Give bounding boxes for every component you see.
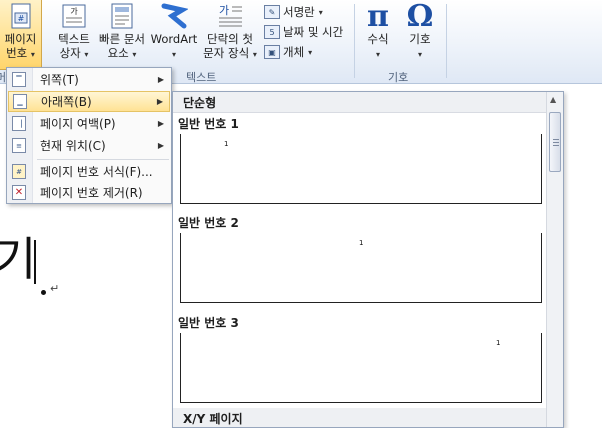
calendar-icon: 5 (264, 25, 280, 39)
svg-text:#: # (17, 14, 24, 23)
drop-cap-icon: 가 (215, 0, 245, 32)
menu-item-page-margins[interactable]: ▕ 페이지 여백(P) ▶ (8, 113, 170, 134)
object-icon: ▣ (264, 45, 280, 59)
object-label: 개체 (283, 45, 305, 59)
page-number-sample: 1 (224, 140, 229, 148)
chevron-down-icon: ▾ (132, 50, 137, 59)
current-position-icon: ≡ (12, 138, 26, 153)
gallery-item-plain-number-1[interactable]: 1 (180, 134, 542, 204)
chevron-right-icon: ▶ (157, 75, 164, 84)
menu-separator (37, 159, 169, 160)
page-number-sample: 1 (496, 339, 501, 347)
chevron-down-icon: ▾ (252, 50, 257, 59)
chevron-down-icon: ▾ (84, 50, 89, 59)
menu-item-label: 위쪽(T) (40, 73, 79, 87)
quick-parts-label-2: 요소 ▾ (107, 46, 137, 60)
grip-line (553, 145, 559, 146)
group-label-text: 텍스트 (186, 71, 217, 84)
equation-caret-row: ▾ (376, 46, 380, 62)
wordart-caret-row: ▾ (172, 46, 176, 62)
remove-page-number-icon: ✕ (12, 185, 26, 200)
chevron-right-icon: ▶ (157, 119, 164, 128)
menu-item-label: 페이지 번호 서식(F)... (40, 165, 153, 179)
chevron-right-icon: ▶ (156, 97, 163, 106)
quick-parts-button[interactable]: 빠른 문서 요소 ▾ (96, 0, 148, 62)
wordart-label: WordArt (150, 32, 198, 46)
gallery-category-simple: 단순형 (173, 92, 547, 113)
menu-item-bottom-of-page[interactable]: ▁ 아래쪽(B) ▶ (8, 91, 170, 112)
page-number-label-2: 번호 ▾ (6, 46, 35, 60)
group-separator (446, 4, 447, 78)
gallery-item-plain-number-3[interactable]: 1 (180, 333, 542, 403)
page-number-button[interactable]: # 페이지 번호 ▾ (0, 0, 42, 70)
date-time-label: 날짜 및 시간 (283, 25, 344, 39)
page-number-gallery: 단순형 일반 번호 1 1 일반 번호 2 1 일반 번호 3 1 X/Y 페이… (172, 91, 564, 428)
symbol-button[interactable]: Ω 기호 ▾ (402, 0, 438, 62)
wordart-button[interactable]: WordArt ▾ (150, 0, 198, 62)
menu-item-label: 현재 위치(C) (40, 139, 106, 153)
menu-item-top-of-page[interactable]: ▔ 위쪽(T) ▶ (8, 69, 170, 90)
menu-item-format-page-numbers[interactable]: # 페이지 번호 서식(F)... (8, 161, 170, 182)
gallery-item-label: 일반 번호 3 (178, 316, 239, 330)
page-top-icon: ▔ (12, 72, 26, 87)
chevron-right-icon: ▶ (157, 141, 164, 150)
gallery-scrollbar[interactable]: ▲ (546, 92, 563, 427)
drop-cap-button[interactable]: 가 단락의 첫 문자 장식 ▾ (200, 0, 260, 62)
text-box-button[interactable]: 가 텍스트 상자 ▾ (52, 0, 96, 62)
grip-line (553, 142, 559, 143)
document-text: 기 (0, 232, 37, 286)
symbol-caret-row: ▾ (418, 46, 422, 62)
quick-parts-icon (107, 0, 137, 32)
group-separator (354, 4, 355, 78)
scrollbar-thumb[interactable] (549, 112, 561, 172)
signature-label: 서명란 (283, 5, 315, 19)
pi-icon: π (367, 0, 389, 34)
chevron-down-icon: ▾ (308, 47, 313, 57)
chevron-down-icon: ▾ (30, 50, 35, 59)
quick-parts-label-1: 빠른 문서 (99, 32, 145, 46)
wordart-icon (159, 0, 189, 32)
gallery-item-label: 일반 번호 1 (178, 117, 239, 131)
date-time-button[interactable]: 5 날짜 및 시간 (264, 24, 343, 40)
text-box-icon: 가 (59, 0, 89, 32)
group-label-symbols: 기호 (388, 71, 409, 84)
signature-line-button[interactable]: ✎ 서명란 ▾ (264, 4, 323, 20)
chevron-down-icon: ▾ (171, 50, 176, 59)
page-bottom-icon: ▁ (13, 94, 27, 109)
text-box-label-1: 텍스트 (58, 32, 90, 46)
page-number-icon: # (6, 0, 36, 32)
page-margins-icon: ▕ (12, 116, 26, 131)
object-button[interactable]: ▣ 개체 ▾ (264, 44, 312, 60)
drop-cap-label-1: 단락의 첫 (207, 32, 253, 46)
page-number-menu: ▔ 위쪽(T) ▶ ▁ 아래쪽(B) ▶ ▕ 페이지 여백(P) ▶ ≡ 현재 … (6, 67, 172, 204)
gallery-item-plain-number-2[interactable]: 1 (180, 233, 542, 303)
paragraph-mark: ↵ (50, 282, 60, 295)
svg-text:가: 가 (219, 4, 229, 17)
bullet-dot (41, 290, 46, 295)
gallery-category-xy-page: X/Y 페이지 (173, 408, 547, 427)
drop-cap-label-2: 문자 장식 ▾ (203, 46, 257, 60)
format-page-number-icon: # (12, 164, 26, 179)
chevron-down-icon: ▾ (318, 7, 323, 17)
text-cursor (34, 240, 36, 284)
menu-item-label: 페이지 번호 제거(R) (40, 186, 143, 200)
page-number-sample: 1 (359, 239, 364, 247)
omega-icon: Ω (406, 0, 434, 34)
text-box-label-2: 상자 ▾ (59, 46, 89, 60)
equation-button[interactable]: π 수식 ▾ (360, 0, 396, 62)
chevron-down-icon: ▾ (417, 50, 422, 59)
symbol-label: 기호 (409, 32, 431, 46)
chevron-down-icon: ▾ (375, 50, 380, 59)
signature-icon: ✎ (264, 5, 280, 19)
menu-item-label: 페이지 여백(P) (40, 117, 116, 131)
grip-line (553, 139, 559, 140)
menu-item-label: 아래쪽(B) (41, 95, 92, 109)
menu-item-remove-page-numbers[interactable]: ✕ 페이지 번호 제거(R) (8, 182, 170, 203)
page-number-label-1: 페이지 (4, 32, 37, 46)
menu-item-current-position[interactable]: ≡ 현재 위치(C) ▶ (8, 135, 170, 156)
svg-text:가: 가 (70, 7, 78, 16)
gallery-item-label: 일반 번호 2 (178, 216, 239, 230)
scroll-up-icon[interactable]: ▲ (550, 95, 556, 104)
equation-label: 수식 (367, 32, 389, 46)
